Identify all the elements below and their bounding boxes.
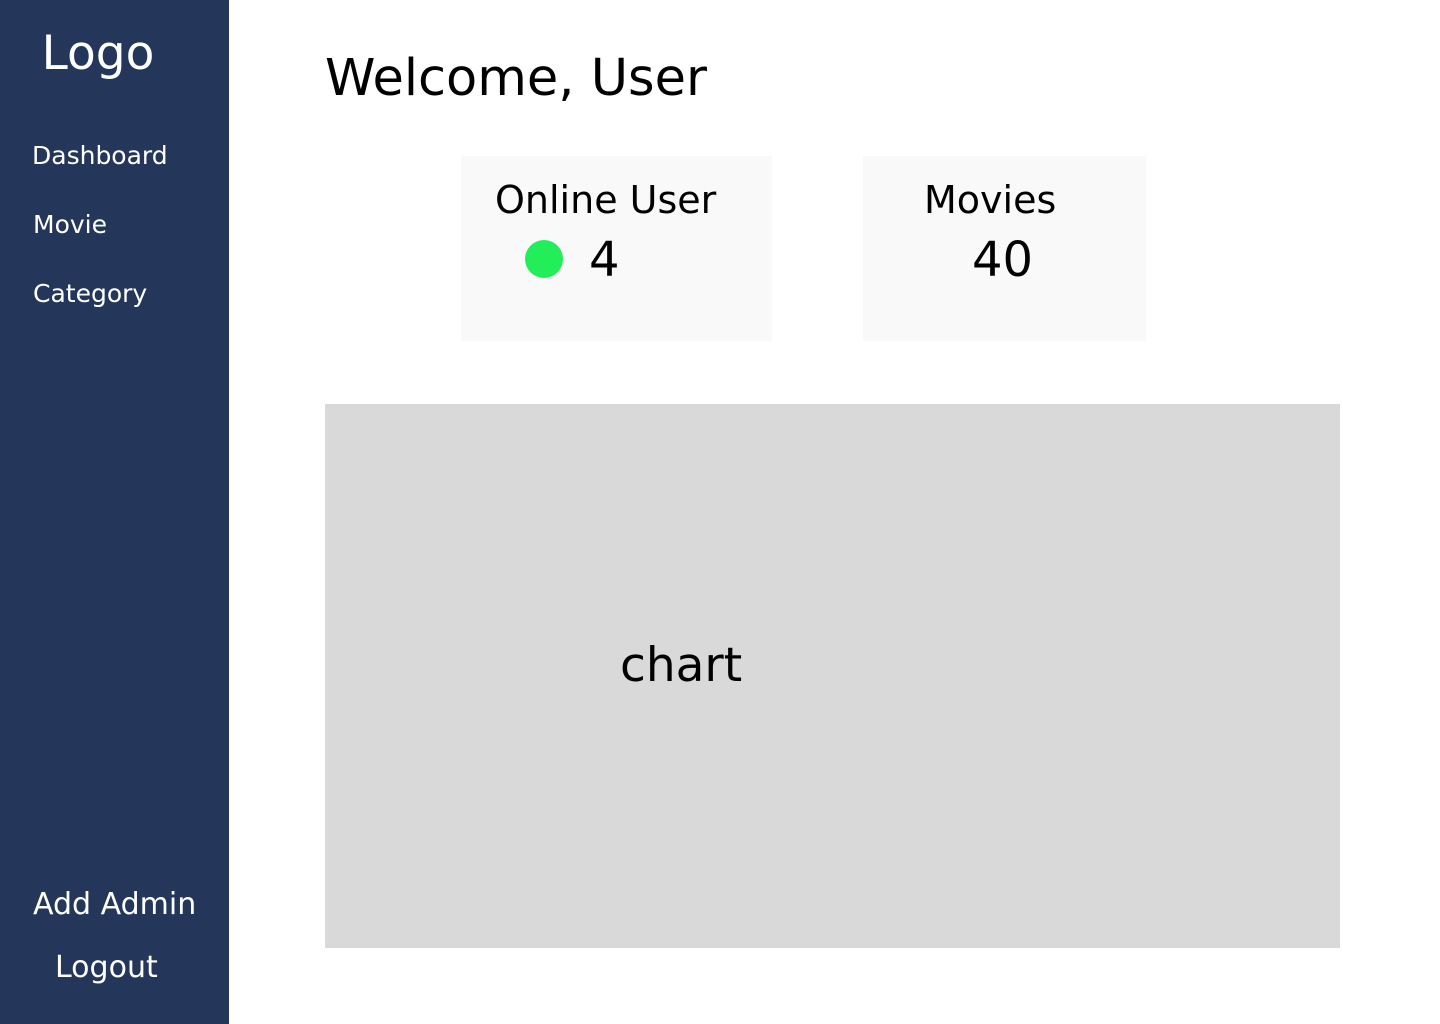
online-status-dot-icon [525,240,563,278]
logout-button[interactable]: Logout [55,950,158,986]
sidebar-item-movie[interactable]: Movie [33,210,107,240]
movies-count: 40 [972,232,1034,288]
online-user-card: Online User 4 [461,156,772,341]
movies-card: Movies 40 [863,156,1146,341]
online-user-count: 4 [589,232,620,288]
page-title: Welcome, User [325,49,707,108]
sidebar-item-dashboard[interactable]: Dashboard [32,141,168,171]
movies-card-title: Movies [924,178,1057,222]
chart-placeholder: chart [325,404,1340,948]
online-user-card-title: Online User [495,178,717,222]
add-admin-button[interactable]: Add Admin [33,887,196,923]
sidebar: Logo Dashboard Movie Category Add Admin … [0,0,229,1024]
logo[interactable]: Logo [0,26,196,82]
sidebar-item-category[interactable]: Category [33,279,147,309]
chart-placeholder-label: chart [620,638,743,693]
